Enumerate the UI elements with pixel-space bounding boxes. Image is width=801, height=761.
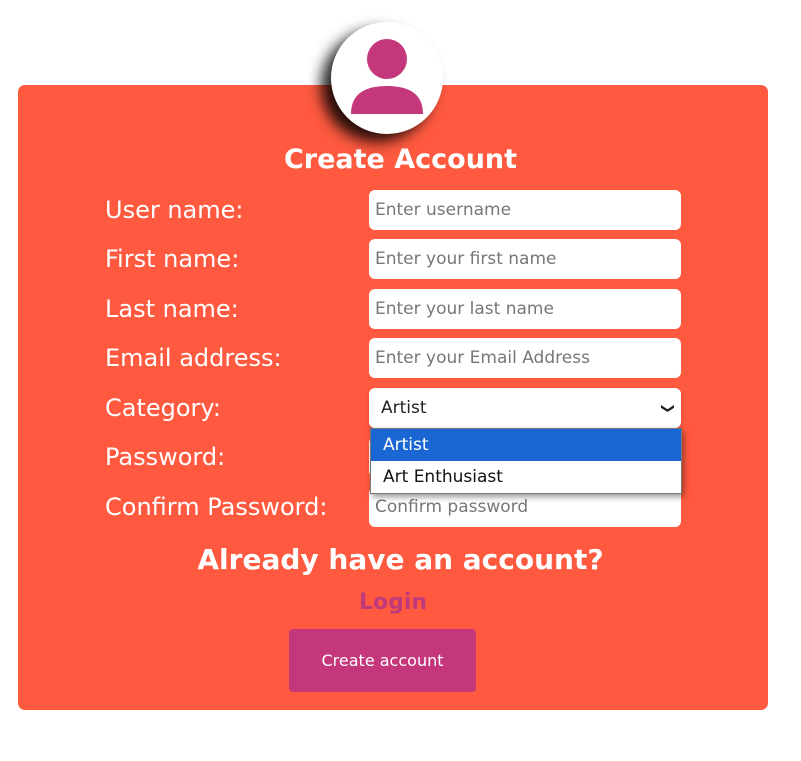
user-icon (351, 39, 423, 114)
first-name-label: First name: (105, 245, 240, 273)
password-label: Password: (105, 443, 226, 471)
confirm-password-label: Confirm Password: (105, 493, 328, 521)
option-artist[interactable]: Artist (371, 429, 681, 461)
username-label: User name: (105, 196, 244, 224)
email-label: Email address: (105, 344, 282, 372)
page-title: Create Account (283, 144, 518, 175)
category-value: Artist (381, 398, 427, 418)
category-label: Category: (105, 394, 221, 422)
last-name-label: Last name: (105, 295, 239, 323)
first-name-input[interactable] (369, 239, 681, 279)
username-input[interactable] (369, 190, 681, 230)
last-name-input[interactable] (369, 289, 681, 329)
category-dropdown: Artist Art Enthusiast (370, 428, 682, 494)
already-have-account-text: Already have an account? (197, 543, 604, 576)
category-select[interactable]: Artist ❯ (369, 388, 681, 428)
login-link[interactable]: Login (0, 590, 786, 615)
email-input[interactable] (369, 338, 681, 378)
chevron-down-icon: ❯ (660, 402, 676, 414)
option-art-enthusiast[interactable]: Art Enthusiast (371, 461, 681, 493)
avatar (331, 22, 443, 134)
create-account-button[interactable]: Create account (289, 629, 476, 692)
